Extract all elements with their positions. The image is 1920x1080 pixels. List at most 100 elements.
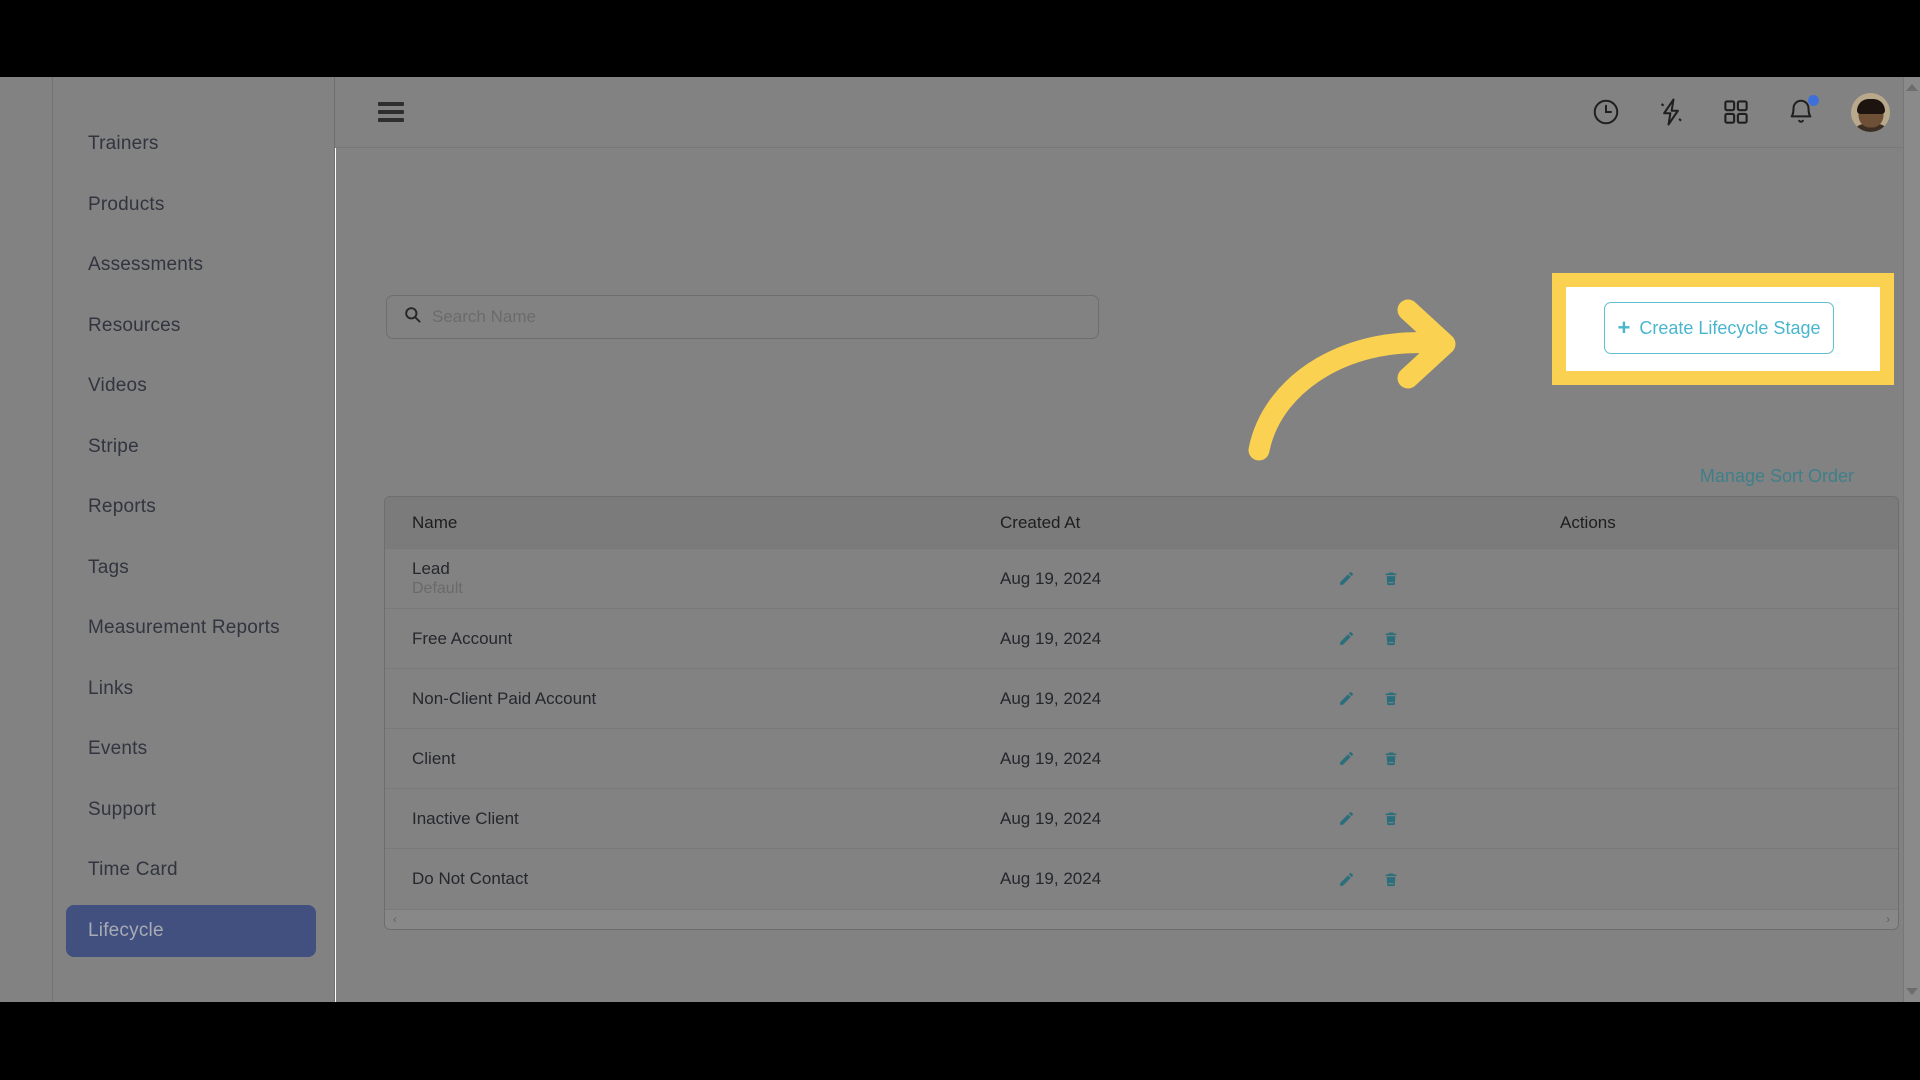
delete-trash-icon[interactable] [1383,750,1399,767]
sidebar-item-videos[interactable]: Videos [66,360,316,412]
table-row[interactable]: Non-Client Paid Account Aug 19, 2024 [385,669,1898,729]
create-lifecycle-stage-button[interactable]: + Create Lifecycle Stage [1604,302,1834,354]
cell-actions [1340,871,1860,888]
scroll-right-arrow-icon[interactable]: › [1886,914,1890,926]
sidebar-item-reports[interactable]: Reports [66,481,316,533]
sidebar-item-label: Assessments [88,254,204,275]
delete-trash-icon[interactable] [1383,810,1399,827]
row-action-group [1338,810,1860,827]
table-row[interactable]: Inactive Client Aug 19, 2024 [385,789,1898,849]
sidebar-item-label: Videos [88,375,147,396]
edit-pencil-icon[interactable] [1338,570,1355,587]
stage-name: Client [412,748,456,768]
lifecycle-stages-table: Name Created At Actions Lead Default Aug 1… [384,496,1899,930]
sidebar-item-time-card[interactable]: Time Card [66,844,316,896]
cell-actions [1340,630,1860,647]
sidebar-item-label: Links [88,677,134,699]
scroll-up-arrow-icon[interactable] [1906,84,1918,91]
stage-name: Do Not Contact [412,869,529,888]
sidebar-item-label: Resources [88,314,181,336]
cell-name: Inactive Client [412,809,1000,829]
hamburger-icon[interactable] [378,102,404,122]
table-horizontal-scrollbar[interactable]: ‹ › [385,909,1898,929]
row-action-group [1338,570,1860,587]
sidebar-item-stripe[interactable]: Stripe [66,421,316,473]
row-action-group [1338,750,1860,767]
top-header-bar [335,77,1920,148]
sidebar-item-label: Stripe [88,435,139,457]
search-input[interactable] [432,307,1072,327]
avatar[interactable] [1851,92,1890,132]
row-action-group [1338,871,1860,888]
edit-pencil-icon[interactable] [1338,810,1355,827]
manage-sort-order-link[interactable]: Manage Sort Order [1700,466,1854,487]
sidebar-divider-rule [52,77,53,1002]
delete-trash-icon[interactable] [1383,570,1399,587]
search-icon [403,305,422,329]
sidebar-item-label: Time Card [88,859,178,880]
cell-actions [1340,810,1860,827]
column-header-actions: Actions [1560,512,1616,532]
sidebar-item-lifecycle[interactable]: Lifecycle [66,904,316,957]
lightning-bolt-icon[interactable] [1656,97,1686,127]
apps-grid-icon[interactable] [1721,97,1751,127]
header-icon-group [1591,92,1890,132]
plus-icon: + [1617,315,1631,340]
sidebar-scroll-region[interactable]: Trainers Products Assessments Resources Vide… [0,77,335,1002]
column-header-created-at[interactable]: Created At [1000,513,1560,533]
table-row[interactable]: Free Account Aug 19, 2024 [385,609,1898,669]
cell-actions [1340,570,1860,587]
cell-name: Non-Client Paid Account [412,689,1000,709]
cell-name: Free Account [412,629,1000,649]
sidebar-item-assessments[interactable]: Assessments [66,239,316,291]
create-lifecycle-stage-label: Create Lifecycle Stage [1639,317,1821,338]
scroll-down-arrow-icon[interactable] [1906,988,1918,995]
cell-name: Do Not Contact [412,869,1000,889]
scroll-left-arrow-icon[interactable]: ‹ [393,914,397,926]
sidebar-item-label: Events [88,738,148,759]
column-header-name[interactable]: Name [412,513,1000,533]
stage-name: Lead [412,558,450,578]
stage-name: Free Account [412,628,513,648]
sidebar-item-label: Reports [88,496,156,517]
bell-icon[interactable] [1786,95,1819,127]
stage-default-label: Default [412,579,463,597]
edit-pencil-icon[interactable] [1338,750,1355,767]
sidebar-item-label: Support [88,798,156,820]
table-header-row: Name Created At Actions [385,497,1898,549]
edit-pencil-icon[interactable] [1338,690,1355,707]
table-body: Lead Default Aug 19, 2024 Free Account Aug 1… [385,549,1898,909]
sidebar: Trainers Products Assessments Resources Vide… [0,77,335,1002]
stage-name: Non-Client Paid Account [412,688,597,708]
edit-pencil-icon[interactable] [1338,871,1355,888]
row-action-group [1338,690,1860,707]
clock-icon[interactable] [1591,97,1621,127]
table-row[interactable]: Do Not Contact Aug 19, 2024 [385,849,1898,909]
cell-name: Lead Default [412,559,1000,599]
cell-actions [1340,690,1860,707]
page-vertical-scrollbar[interactable] [1903,77,1920,1002]
delete-trash-icon[interactable] [1383,630,1399,647]
sidebar-item-measurement-reports[interactable]: Measurement Reports [66,602,316,654]
sidebar-item-support[interactable]: Support [66,784,316,836]
app-viewport: Trainers Products Assessments Resources Vide… [0,77,1920,1002]
delete-trash-icon[interactable] [1383,690,1399,707]
search-field-wrapper[interactable] [386,295,1099,339]
notification-badge-dot [1808,95,1819,106]
sidebar-item-label: Trainers [88,133,159,154]
table-row[interactable]: Client Aug 19, 2024 [385,729,1898,789]
sidebar-item-products[interactable]: Products [66,179,316,231]
edit-pencil-icon[interactable] [1338,630,1355,647]
table-row[interactable]: Lead Default Aug 19, 2024 [385,549,1898,609]
cell-name: Client [412,749,1000,769]
sidebar-item-links[interactable]: Links [66,663,316,715]
delete-trash-icon[interactable] [1383,871,1399,888]
sidebar-item-trainers[interactable]: Trainers [66,118,316,170]
sidebar-item-tags[interactable]: Tags [66,542,316,594]
sidebar-item-resources[interactable]: Resources [66,300,316,352]
stage-name: Inactive Client [412,808,519,828]
row-action-group [1338,630,1860,647]
sidebar-item-events[interactable]: Events [66,723,316,775]
sidebar-item-label: Products [88,193,165,215]
sidebar-item-label: Tags [88,556,129,578]
